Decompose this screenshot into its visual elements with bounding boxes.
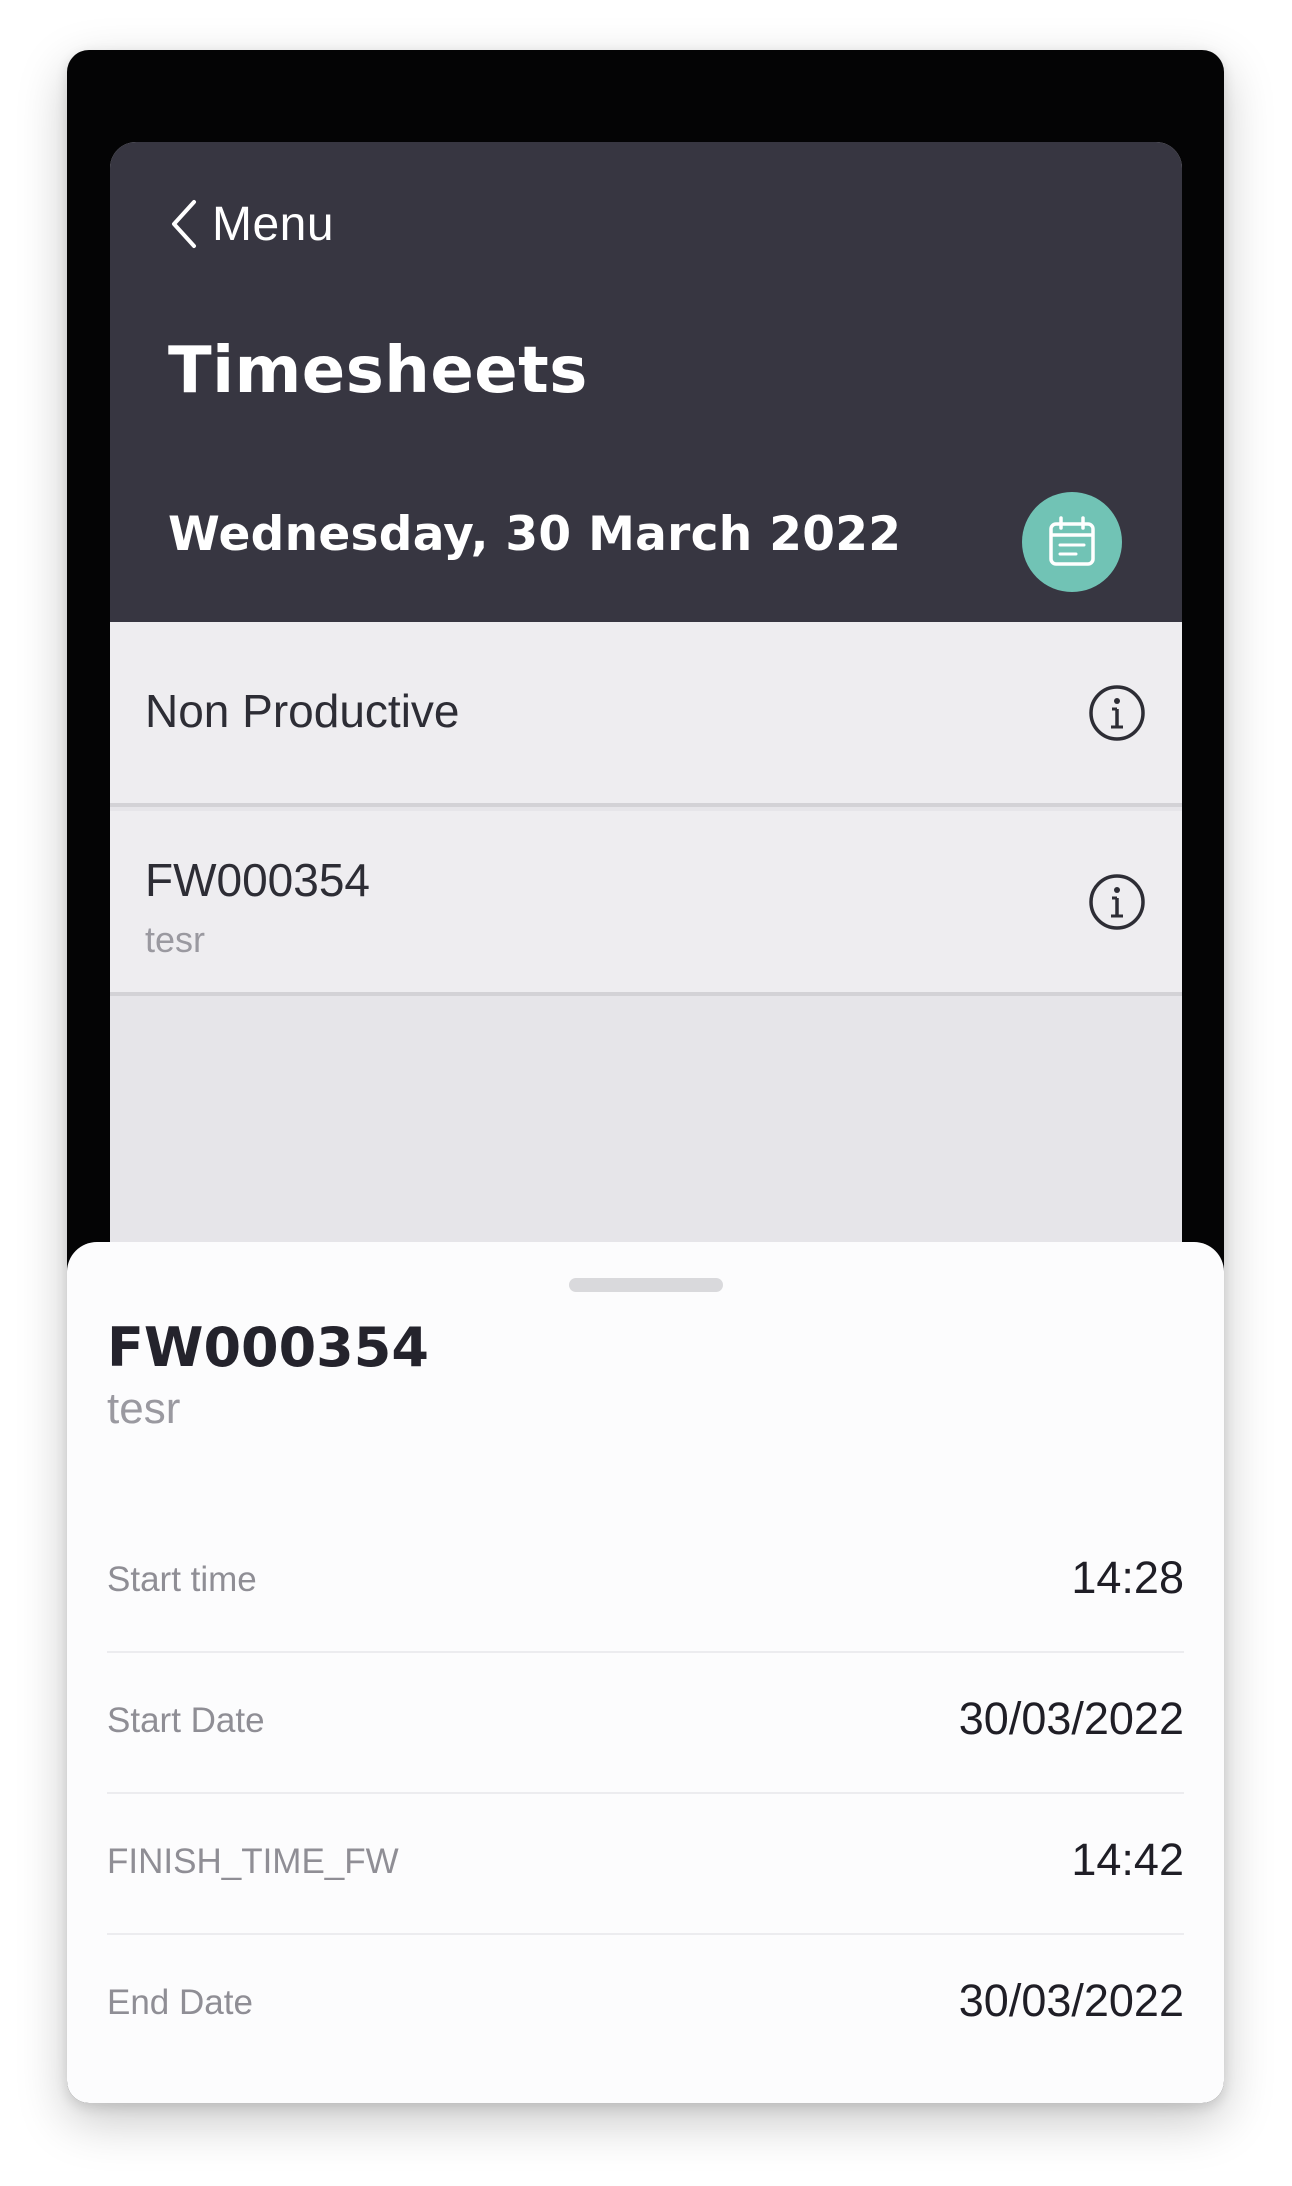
detail-label: FINISH_TIME_FW	[107, 1842, 399, 1881]
detail-row-finish-time: FINISH_TIME_FW 14:42	[107, 1794, 1184, 1935]
detail-value: 14:28	[1071, 1552, 1184, 1603]
page-title: Timesheets	[168, 334, 588, 408]
detail-row-end-date: End Date 30/03/2022	[107, 1935, 1184, 2076]
detail-label: Start Date	[107, 1701, 265, 1740]
sheet-subtitle: tesr	[107, 1384, 181, 1433]
detail-row-start-time: Start time 14:28	[107, 1512, 1184, 1653]
info-icon[interactable]	[1088, 684, 1146, 742]
detail-value: 30/03/2022	[958, 1975, 1184, 2026]
timesheets-header: Menu Timesheets Wednesday, 30 March 2022	[110, 142, 1182, 622]
detail-value: 30/03/2022	[958, 1693, 1184, 1744]
list-item-title: FW000354	[145, 854, 371, 906]
device-frame: Menu Timesheets Wednesday, 30 March 2022…	[67, 50, 1224, 2103]
detail-label: Start time	[107, 1560, 257, 1599]
details-bottom-sheet: FW000354 tesr Start time 14:28 Start Dat…	[67, 1242, 1224, 2103]
calendar-icon	[1049, 516, 1095, 566]
sheet-drag-handle[interactable]	[569, 1278, 723, 1292]
calendar-button[interactable]	[1022, 492, 1122, 592]
back-label: Menu	[212, 197, 335, 251]
sheet-title: FW000354	[107, 1316, 429, 1379]
chevron-left-icon	[172, 200, 196, 248]
list-item-title: Non Productive	[145, 685, 460, 737]
detail-value: 14:42	[1071, 1834, 1184, 1885]
list-item-fw000354[interactable]: FW000354 tesr	[110, 811, 1182, 996]
info-icon[interactable]	[1088, 873, 1146, 931]
list-item-non-productive[interactable]: Non Productive	[110, 622, 1182, 807]
detail-label: End Date	[107, 1983, 253, 2022]
selected-date: Wednesday, 30 March 2022	[168, 507, 902, 562]
back-button[interactable]: Menu	[168, 184, 334, 264]
detail-row-start-date: Start Date 30/03/2022	[107, 1653, 1184, 1794]
list-item-subtitle: tesr	[145, 919, 206, 960]
